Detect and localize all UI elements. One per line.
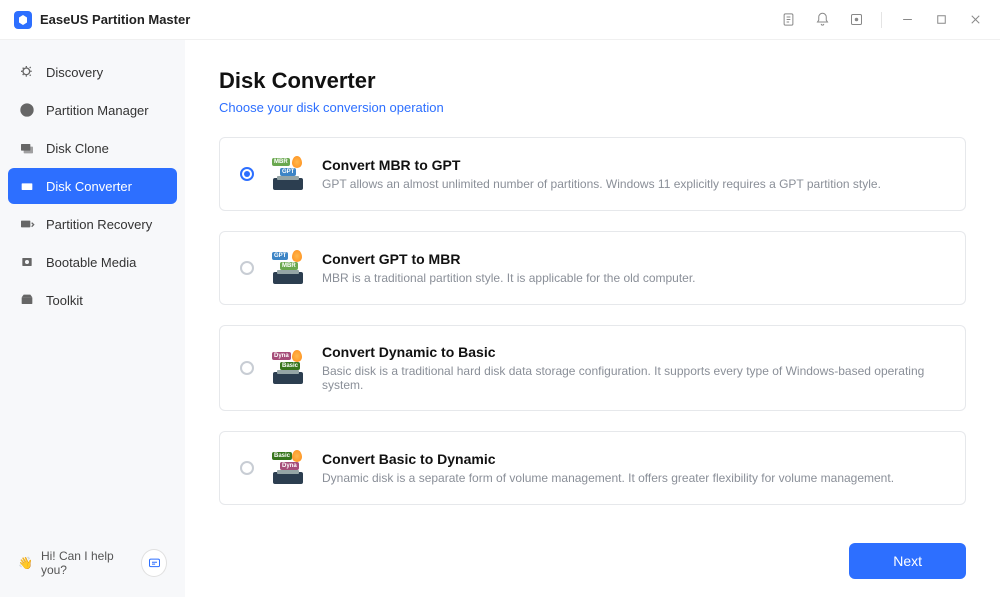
toolkit-icon [18,291,36,309]
sidebar-item-label: Partition Recovery [46,217,152,232]
help-text: Hi! Can I help you? [41,549,133,577]
disk-convert-icon: BasicDyna [270,450,306,486]
sidebar-item-disk-clone[interactable]: Disk Clone [8,130,177,166]
option-description: MBR is a traditional partition style. It… [322,271,945,285]
option-title: Convert GPT to MBR [322,251,945,267]
sidebar-item-label: Partition Manager [46,103,149,118]
sidebar-item-bootable-media[interactable]: Bootable Media [8,244,177,280]
option-card-3[interactable]: BasicDyna Convert Basic to Dynamic Dynamic… [219,431,966,505]
wave-emoji-icon: 👋 [18,556,33,570]
option-card-2[interactable]: DynaBasic Convert Dynamic to Basic Basic d… [219,325,966,411]
sidebar-item-label: Disk Clone [46,141,109,156]
sidebar-item-toolkit[interactable]: Toolkit [8,282,177,318]
disk-convert-icon: DynaBasic [270,350,306,386]
radio-button[interactable] [240,461,254,475]
option-description: Dynamic disk is a separate form of volum… [322,471,945,485]
app-logo-icon [14,11,32,29]
discovery-icon [18,63,36,81]
sidebar-item-label: Bootable Media [46,255,136,270]
sidebar-item-discovery[interactable]: Discovery [8,54,177,90]
disk-convert-icon: GPTMBR [270,250,306,286]
page-title: Disk Converter [219,68,966,94]
partition-manager-icon [18,101,36,119]
app-title: EaseUS Partition Master [40,12,190,27]
option-title: Convert Dynamic to Basic [322,344,945,360]
chat-icon[interactable] [141,549,167,577]
disk-clone-icon [18,139,36,157]
option-description: GPT allows an almost unlimited number of… [322,177,945,191]
feedback-icon[interactable] [845,9,867,31]
next-button[interactable]: Next [849,543,966,579]
separator [881,12,882,28]
option-title: Convert MBR to GPT [322,157,945,173]
radio-button[interactable] [240,261,254,275]
sidebar-item-disk-converter[interactable]: Disk Converter [8,168,177,204]
tasks-icon[interactable] [777,9,799,31]
sidebar-item-label: Toolkit [46,293,83,308]
main-content: Disk Converter Choose your disk conversi… [185,40,1000,597]
close-icon[interactable] [964,9,986,31]
disk-convert-icon: MBRGPT [270,156,306,192]
radio-button[interactable] [240,361,254,375]
titlebar: EaseUS Partition Master [0,0,1000,40]
sidebar-item-label: Disk Converter [46,179,132,194]
sidebar: Discovery Partition Manager Disk Clone Disk… [0,40,185,597]
sidebar-item-partition-recovery[interactable]: Partition Recovery [8,206,177,242]
help-assistant[interactable]: 👋 Hi! Can I help you? [8,543,177,583]
radio-button[interactable] [240,167,254,181]
sidebar-item-partition-manager[interactable]: Partition Manager [8,92,177,128]
disk-converter-icon [18,177,36,195]
option-description: Basic disk is a traditional hard disk da… [322,364,945,392]
option-card-1[interactable]: GPTMBR Convert GPT to MBR MBR is a traditi… [219,231,966,305]
bootable-media-icon [18,253,36,271]
option-card-0[interactable]: MBRGPT Convert MBR to GPT GPT allows an al… [219,137,966,211]
option-title: Convert Basic to Dynamic [322,451,945,467]
bell-icon[interactable] [811,9,833,31]
partition-recovery-icon [18,215,36,233]
page-subtitle: Choose your disk conversion operation [219,100,966,115]
sidebar-item-label: Discovery [46,65,103,80]
minimize-icon[interactable] [896,9,918,31]
maximize-icon[interactable] [930,9,952,31]
